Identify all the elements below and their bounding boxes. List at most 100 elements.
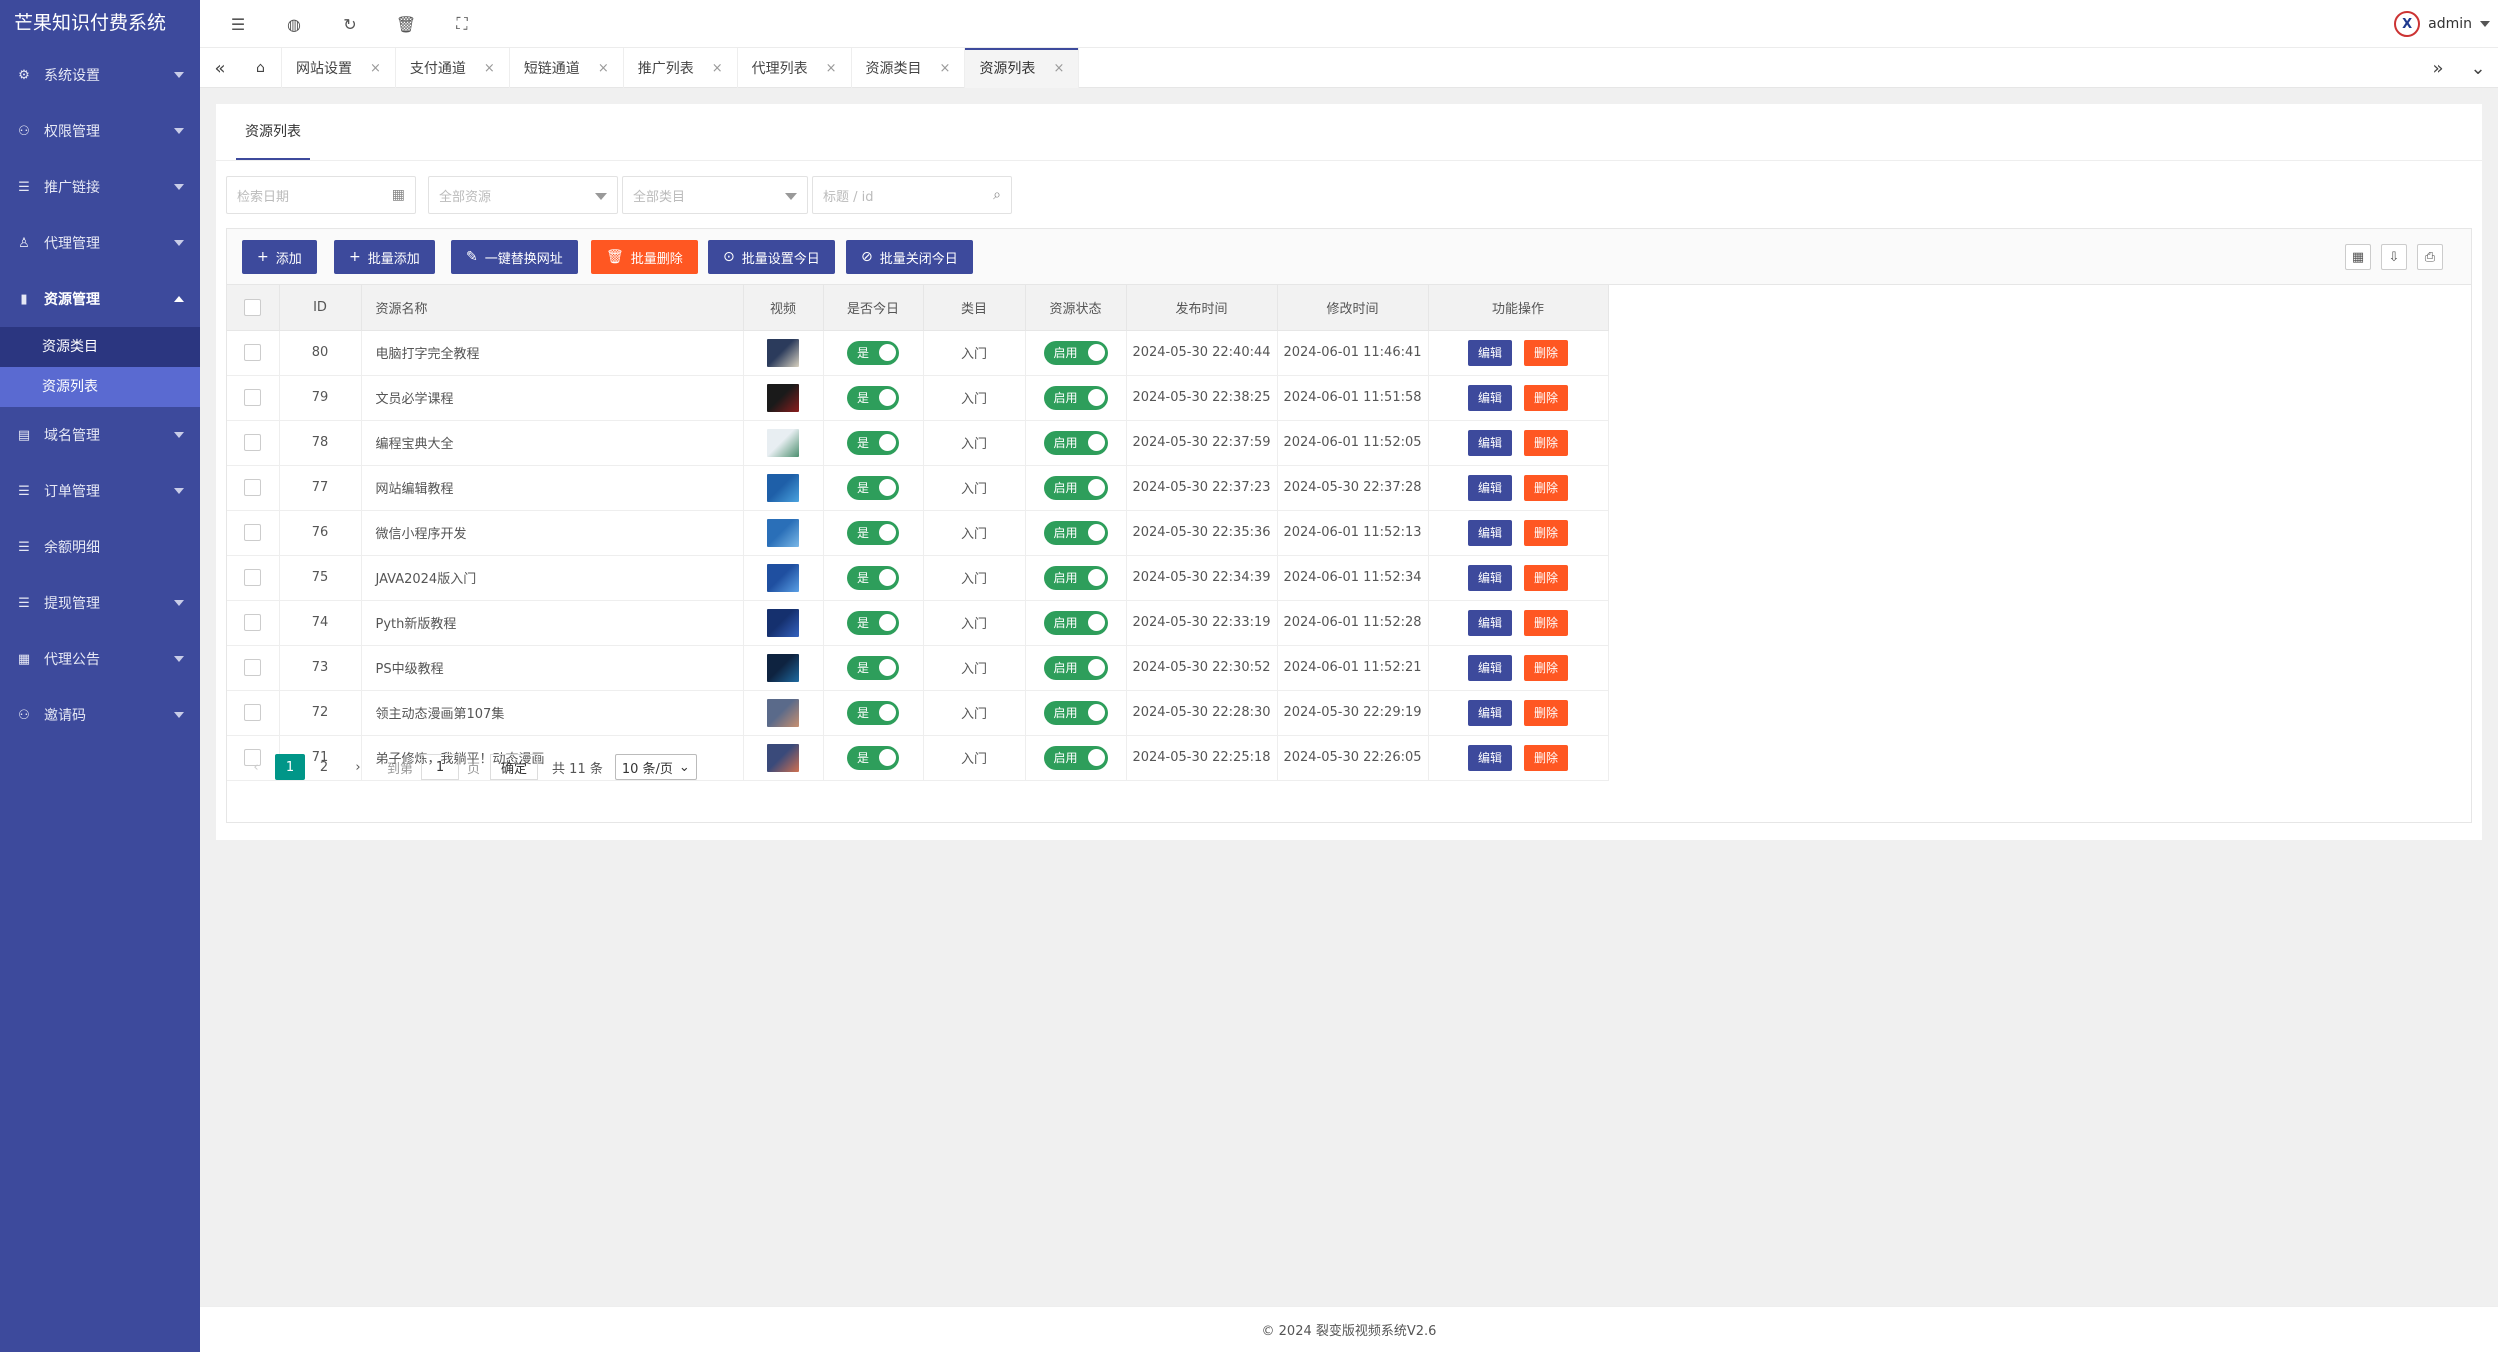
close-icon[interactable]: × — [370, 61, 381, 76]
edit-button[interactable]: 编辑 — [1468, 654, 1512, 681]
delete-button[interactable]: 删除 — [1524, 429, 1568, 456]
col-header-id[interactable]: ID — [279, 285, 362, 331]
edit-button[interactable]: 编辑 — [1468, 519, 1512, 546]
tabs-scroll-left-icon[interactable]: « — [200, 48, 240, 88]
row-checkbox[interactable] — [244, 704, 262, 721]
table-row[interactable]: 78 编程宝典大全 是 入门 启用 2024-05-30 22:37:59 2024-06-… — [227, 420, 1609, 466]
close-icon[interactable]: × — [484, 61, 495, 76]
export-icon[interactable]: ⇩ — [2381, 244, 2407, 270]
sidebar-subitem-0[interactable]: 资源类目 — [0, 327, 200, 367]
tab-4[interactable]: 代理列表 × — [738, 48, 852, 88]
tab-3[interactable]: 推广列表 × — [624, 48, 738, 88]
close-icon[interactable]: × — [712, 61, 723, 76]
video-thumbnail[interactable] — [767, 473, 799, 502]
batch-set-today-button[interactable]: ⊙ 批量设置今日 — [708, 240, 835, 274]
status-toggle[interactable]: 启用 — [1043, 610, 1108, 635]
add-button[interactable]: + 添加 — [242, 240, 317, 274]
sidebar-item-8[interactable]: ☰ 提现管理 — [0, 575, 200, 631]
batch-close-today-button[interactable]: ⊘ 批量关闭今日 — [846, 240, 973, 274]
prev-page-icon[interactable]: ‹ — [241, 754, 271, 780]
home-tab[interactable]: ⌂ — [240, 48, 282, 88]
row-checkbox[interactable] — [244, 659, 262, 676]
table-row[interactable]: 72 领主动态漫画第107集 是 入门 启用 2024-05-30 22:28:30 202… — [227, 690, 1609, 736]
today-toggle[interactable]: 是 — [847, 700, 899, 725]
row-checkbox[interactable] — [244, 479, 262, 496]
table-row[interactable]: 79 文员必学课程 是 入门 启用 2024-05-30 22:38:25 2024-06-… — [227, 375, 1609, 421]
today-toggle[interactable]: 是 — [847, 340, 899, 365]
col-header-name[interactable]: 资源名称 — [361, 285, 744, 331]
tab-6[interactable]: 资源列表 × — [965, 48, 1080, 88]
goto-page-input[interactable]: 1 — [421, 754, 460, 780]
close-icon[interactable]: × — [826, 61, 837, 76]
trash-icon[interactable]: 🗑 — [392, 10, 420, 38]
next-page-icon[interactable]: › — [343, 754, 373, 780]
tab-0[interactable]: 网站设置 × — [282, 48, 396, 88]
date-filter[interactable]: 检索日期 ▦ — [226, 176, 416, 214]
col-header-today[interactable]: 是否今日 — [823, 285, 924, 331]
row-checkbox[interactable] — [244, 434, 262, 451]
delete-button[interactable]: 删除 — [1524, 564, 1568, 591]
edit-button[interactable]: 编辑 — [1468, 564, 1512, 591]
status-toggle[interactable]: 启用 — [1043, 700, 1108, 725]
col-header-status[interactable]: 资源状态 — [1025, 285, 1127, 331]
delete-button[interactable]: 删除 — [1524, 609, 1568, 636]
delete-button[interactable]: 删除 — [1524, 654, 1568, 681]
batch-add-button[interactable]: + 批量添加 — [334, 240, 435, 274]
tabs-scroll-right-icon[interactable]: » — [2418, 48, 2458, 88]
video-thumbnail[interactable] — [767, 518, 799, 547]
video-thumbnail[interactable] — [767, 563, 799, 592]
edit-button[interactable]: 编辑 — [1468, 429, 1512, 456]
status-toggle[interactable]: 启用 — [1043, 565, 1108, 590]
video-thumbnail[interactable] — [767, 338, 799, 367]
today-toggle[interactable]: 是 — [847, 385, 899, 410]
close-icon[interactable]: × — [1053, 61, 1064, 76]
edit-button[interactable]: 编辑 — [1468, 474, 1512, 501]
print-icon[interactable]: ⎙ — [2417, 244, 2443, 270]
status-toggle[interactable]: 启用 — [1043, 745, 1108, 770]
tab-1[interactable]: 支付通道 × — [396, 48, 510, 88]
keyword-search-input[interactable]: 标题 / id ⌕ — [812, 176, 1012, 214]
today-toggle[interactable]: 是 — [847, 610, 899, 635]
delete-button[interactable]: 删除 — [1524, 519, 1568, 546]
delete-button[interactable]: 删除 — [1524, 744, 1568, 771]
today-toggle[interactable]: 是 — [847, 430, 899, 455]
edit-button[interactable]: 编辑 — [1468, 384, 1512, 411]
col-header-category[interactable]: 类目 — [923, 285, 1026, 331]
sidebar-item-5[interactable]: ▤ 域名管理 — [0, 407, 200, 463]
video-thumbnail[interactable] — [767, 653, 799, 682]
video-thumbnail[interactable] — [767, 608, 799, 637]
status-toggle[interactable]: 启用 — [1043, 520, 1108, 545]
globe-icon[interactable]: ◍ — [280, 10, 308, 38]
sidebar-item-10[interactable]: ⚇ 邀请码 — [0, 687, 200, 743]
delete-button[interactable]: 删除 — [1524, 699, 1568, 726]
sidebar-item-0[interactable]: ⚙ 系统设置 — [0, 47, 200, 103]
row-checkbox[interactable] — [244, 569, 262, 586]
page-2[interactable]: 2 — [309, 754, 339, 780]
delete-button[interactable]: 删除 — [1524, 339, 1568, 366]
refresh-icon[interactable]: ↻ — [336, 10, 364, 38]
status-toggle[interactable]: 启用 — [1043, 655, 1108, 680]
resource-select[interactable]: 全部资源 — [428, 176, 618, 214]
col-header-video[interactable]: 视频 — [743, 285, 824, 331]
user-menu[interactable]: X admin — [2394, 10, 2490, 38]
table-row[interactable]: 76 微信小程序开发 是 入门 启用 2024-05-30 22:35:36 2024-06… — [227, 510, 1609, 556]
today-toggle[interactable]: 是 — [847, 520, 899, 545]
search-icon[interactable]: ⌕ — [993, 187, 1001, 203]
tab-2[interactable]: 短链通道 × — [510, 48, 624, 88]
col-header-published[interactable]: 发布时间 — [1126, 285, 1278, 331]
close-icon[interactable]: × — [598, 61, 609, 76]
edit-button[interactable]: 编辑 — [1468, 744, 1512, 771]
batch-delete-button[interactable]: 🗑 批量删除 — [591, 240, 698, 274]
replace-url-button[interactable]: ✎ 一键替换网址 — [451, 240, 578, 274]
category-select[interactable]: 全部类目 — [622, 176, 808, 214]
goto-confirm-button[interactable]: 确定 — [490, 754, 539, 780]
sidebar-subitem-1[interactable]: 资源列表 — [0, 367, 200, 407]
status-toggle[interactable]: 启用 — [1043, 430, 1108, 455]
today-toggle[interactable]: 是 — [847, 745, 899, 770]
table-row[interactable]: 80 电脑打字完全教程 是 入门 启用 2024-05-30 22:40:44 2024-0… — [227, 330, 1609, 376]
tab-5[interactable]: 资源类目 × — [852, 48, 966, 88]
row-checkbox[interactable] — [244, 614, 262, 631]
page-size-select[interactable]: 10 条/页 ⌄ — [614, 754, 697, 780]
today-toggle[interactable]: 是 — [847, 655, 899, 680]
today-toggle[interactable]: 是 — [847, 475, 899, 500]
